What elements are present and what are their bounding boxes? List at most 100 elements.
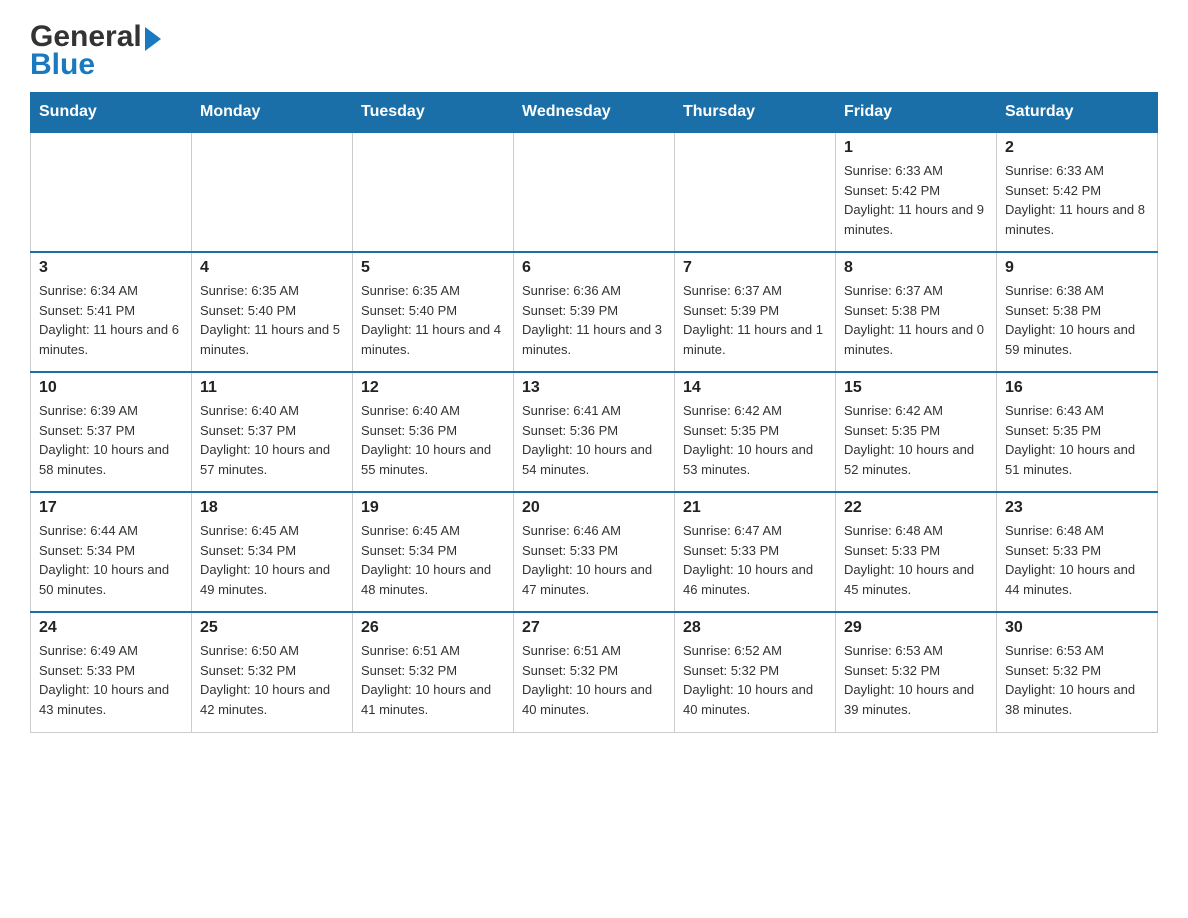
calendar-cell: 2 Sunrise: 6:33 AM Sunset: 5:42 PM Daylig… (997, 132, 1158, 252)
calendar-cell: 16 Sunrise: 6:43 AM Sunset: 5:35 PM Dayli… (997, 372, 1158, 492)
weekday-header-thursday: Thursday (675, 93, 836, 133)
day-info: Sunrise: 6:37 AM Sunset: 5:38 PM Dayligh… (844, 281, 988, 359)
day-number: 24 (39, 619, 183, 637)
day-number: 30 (1005, 619, 1149, 637)
day-info: Sunrise: 6:44 AM Sunset: 5:34 PM Dayligh… (39, 521, 183, 599)
day-info: Sunrise: 6:41 AM Sunset: 5:36 PM Dayligh… (522, 401, 666, 479)
calendar-cell: 26 Sunrise: 6:51 AM Sunset: 5:32 PM Dayli… (353, 612, 514, 732)
calendar-cell: 6 Sunrise: 6:36 AM Sunset: 5:39 PM Daylig… (514, 252, 675, 372)
day-number: 14 (683, 379, 827, 397)
calendar-cell: 10Sunrise: 6:39 AM Sunset: 5:37 PM Dayli… (31, 372, 192, 492)
day-info: Sunrise: 6:42 AM Sunset: 5:35 PM Dayligh… (683, 401, 827, 479)
weekday-header-friday: Friday (836, 93, 997, 133)
day-info: Sunrise: 6:33 AM Sunset: 5:42 PM Dayligh… (1005, 161, 1149, 239)
calendar-cell: 7 Sunrise: 6:37 AM Sunset: 5:39 PM Daylig… (675, 252, 836, 372)
page-header: General Blue (30, 20, 1158, 82)
calendar-week-row: 17 Sunrise: 6:44 AM Sunset: 5:34 PM Dayli… (31, 492, 1158, 612)
calendar-week-row: 3 Sunrise: 6:34 AM Sunset: 5:41 PM Daylig… (31, 252, 1158, 372)
day-info: Sunrise: 6:45 AM Sunset: 5:34 PM Dayligh… (200, 521, 344, 599)
day-info: Sunrise: 6:53 AM Sunset: 5:32 PM Dayligh… (1005, 641, 1149, 719)
day-info: Sunrise: 6:53 AM Sunset: 5:32 PM Dayligh… (844, 641, 988, 719)
day-info: Sunrise: 6:35 AM Sunset: 5:40 PM Dayligh… (200, 281, 344, 359)
weekday-header-sunday: Sunday (31, 93, 192, 133)
weekday-header-tuesday: Tuesday (353, 93, 514, 133)
weekday-header-wednesday: Wednesday (514, 93, 675, 133)
weekday-header-saturday: Saturday (997, 93, 1158, 133)
calendar-table: SundayMondayTuesdayWednesdayThursdayFrid… (30, 92, 1158, 733)
calendar-cell: 25 Sunrise: 6:50 AM Sunset: 5:32 PM Dayli… (192, 612, 353, 732)
day-info: Sunrise: 6:48 AM Sunset: 5:33 PM Dayligh… (844, 521, 988, 599)
day-info: Sunrise: 6:49 AM Sunset: 5:33 PM Dayligh… (39, 641, 183, 719)
calendar-cell: 27 Sunrise: 6:51 AM Sunset: 5:32 PM Dayli… (514, 612, 675, 732)
calendar-cell: 5Sunrise: 6:35 AM Sunset: 5:40 PM Daylig… (353, 252, 514, 372)
day-number: 9 (1005, 259, 1149, 277)
day-number: 29 (844, 619, 988, 637)
weekday-header-monday: Monday (192, 93, 353, 133)
calendar-cell: 12 Sunrise: 6:40 AM Sunset: 5:36 PM Dayli… (353, 372, 514, 492)
calendar-cell (192, 132, 353, 252)
day-number: 18 (200, 499, 344, 517)
day-number: 17 (39, 499, 183, 517)
calendar-cell: 20Sunrise: 6:46 AM Sunset: 5:33 PM Dayli… (514, 492, 675, 612)
day-info: Sunrise: 6:38 AM Sunset: 5:38 PM Dayligh… (1005, 281, 1149, 359)
calendar-cell: 1Sunrise: 6:33 AM Sunset: 5:42 PM Daylig… (836, 132, 997, 252)
day-info: Sunrise: 6:40 AM Sunset: 5:37 PM Dayligh… (200, 401, 344, 479)
day-number: 13 (522, 379, 666, 397)
day-info: Sunrise: 6:36 AM Sunset: 5:39 PM Dayligh… (522, 281, 666, 359)
calendar-cell (31, 132, 192, 252)
calendar-cell: 3 Sunrise: 6:34 AM Sunset: 5:41 PM Daylig… (31, 252, 192, 372)
day-info: Sunrise: 6:35 AM Sunset: 5:40 PM Dayligh… (361, 281, 505, 359)
calendar-cell: 28Sunrise: 6:52 AM Sunset: 5:32 PM Dayli… (675, 612, 836, 732)
day-number: 27 (522, 619, 666, 637)
calendar-cell: 4 Sunrise: 6:35 AM Sunset: 5:40 PM Daylig… (192, 252, 353, 372)
calendar-week-row: 1 Sunrise: 6:33 AM Sunset: 5:42 PM Daylig… (31, 132, 1158, 252)
day-number: 7 (683, 259, 827, 277)
day-number: 12 (361, 379, 505, 397)
day-number: 25 (200, 619, 344, 637)
day-info: Sunrise: 6:46 AM Sunset: 5:33 PM Dayligh… (522, 521, 666, 599)
day-info: Sunrise: 6:43 AM Sunset: 5:35 PM Dayligh… (1005, 401, 1149, 479)
day-number: 3 (39, 259, 183, 277)
calendar-cell: 24 Sunrise: 6:49 AM Sunset: 5:33 PM Dayli… (31, 612, 192, 732)
calendar-cell (675, 132, 836, 252)
day-info: Sunrise: 6:37 AM Sunset: 5:39 PM Dayligh… (683, 281, 827, 359)
day-info: Sunrise: 6:42 AM Sunset: 5:35 PM Dayligh… (844, 401, 988, 479)
calendar-cell: 30 Sunrise: 6:53 AM Sunset: 5:32 PM Dayli… (997, 612, 1158, 732)
day-info: Sunrise: 6:51 AM Sunset: 5:32 PM Dayligh… (361, 641, 505, 719)
day-number: 11 (200, 379, 344, 397)
calendar-cell: 15Sunrise: 6:42 AM Sunset: 5:35 PM Dayli… (836, 372, 997, 492)
day-info: Sunrise: 6:50 AM Sunset: 5:32 PM Dayligh… (200, 641, 344, 719)
calendar-header-row: SundayMondayTuesdayWednesdayThursdayFrid… (31, 93, 1158, 133)
day-number: 16 (1005, 379, 1149, 397)
day-info: Sunrise: 6:34 AM Sunset: 5:41 PM Dayligh… (39, 281, 183, 359)
day-number: 8 (844, 259, 988, 277)
day-number: 28 (683, 619, 827, 637)
calendar-cell: 13 Sunrise: 6:41 AM Sunset: 5:36 PM Dayli… (514, 372, 675, 492)
calendar-cell: 17 Sunrise: 6:44 AM Sunset: 5:34 PM Dayli… (31, 492, 192, 612)
calendar-cell: 11 Sunrise: 6:40 AM Sunset: 5:37 PM Dayli… (192, 372, 353, 492)
day-info: Sunrise: 6:51 AM Sunset: 5:32 PM Dayligh… (522, 641, 666, 719)
calendar-cell: 9 Sunrise: 6:38 AM Sunset: 5:38 PM Daylig… (997, 252, 1158, 372)
day-info: Sunrise: 6:47 AM Sunset: 5:33 PM Dayligh… (683, 521, 827, 599)
calendar-cell: 21Sunrise: 6:47 AM Sunset: 5:33 PM Dayli… (675, 492, 836, 612)
calendar-cell: 22 Sunrise: 6:48 AM Sunset: 5:33 PM Dayli… (836, 492, 997, 612)
calendar-cell: 23 Sunrise: 6:48 AM Sunset: 5:33 PM Dayli… (997, 492, 1158, 612)
day-number: 1 (844, 139, 988, 157)
day-number: 26 (361, 619, 505, 637)
calendar-cell (353, 132, 514, 252)
logo-area: General Blue (30, 20, 161, 82)
calendar-cell: 8 Sunrise: 6:37 AM Sunset: 5:38 PM Daylig… (836, 252, 997, 372)
day-number: 2 (1005, 139, 1149, 157)
logo-blue-text: Blue (30, 48, 95, 82)
calendar-cell: 14 Sunrise: 6:42 AM Sunset: 5:35 PM Dayli… (675, 372, 836, 492)
day-number: 4 (200, 259, 344, 277)
calendar-cell: 18 Sunrise: 6:45 AM Sunset: 5:34 PM Dayli… (192, 492, 353, 612)
day-number: 22 (844, 499, 988, 517)
day-number: 19 (361, 499, 505, 517)
calendar-cell: 29 Sunrise: 6:53 AM Sunset: 5:32 PM Dayli… (836, 612, 997, 732)
calendar-cell (514, 132, 675, 252)
day-number: 23 (1005, 499, 1149, 517)
day-number: 6 (522, 259, 666, 277)
day-info: Sunrise: 6:40 AM Sunset: 5:36 PM Dayligh… (361, 401, 505, 479)
day-info: Sunrise: 6:48 AM Sunset: 5:33 PM Dayligh… (1005, 521, 1149, 599)
